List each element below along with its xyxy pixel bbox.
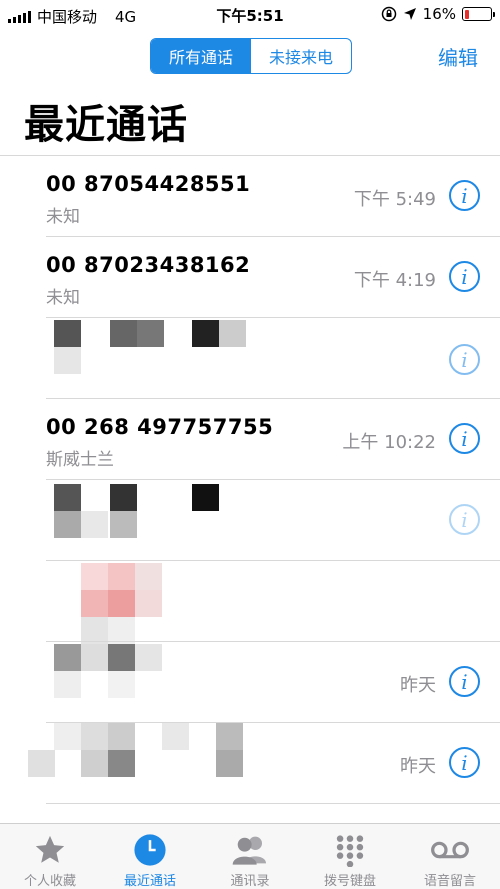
info-icon[interactable]: i [449,504,480,535]
call-time: 上午 10:22 [342,432,436,453]
tab-label: 通讯录 [230,874,270,889]
tab-label: 拨号键盘 [323,874,376,889]
info-icon[interactable]: i [449,180,480,211]
tab-contacts[interactable]: 通讯录 [200,824,300,889]
location-icon [403,8,416,20]
segment-all-calls[interactable]: 所有通话 [151,39,251,73]
clock-icon [130,832,170,868]
tab-label: 语音留言 [423,874,476,889]
call-time: 昨天 [400,675,436,696]
info-icon[interactable]: i [449,344,480,375]
call-number: 00 87023438162 [46,253,251,277]
call-number: 00 268 497757755 [46,415,274,439]
recent-calls-list: 00 87054428551 未知 下午 5:49 i 00 870234381… [0,155,500,804]
tab-recents[interactable]: 最近通话 [100,824,200,889]
contacts-icon [230,832,270,868]
tab-label: 最近通话 [123,874,176,889]
tab-bar: 个人收藏 最近通话 通讯录 拨号键盘 语音留言 [0,823,500,889]
battery-level [464,9,469,19]
info-icon[interactable]: i [449,423,480,454]
call-row[interactable]: 00 268 497757755 斯威士兰 上午 10:22 i [0,399,500,480]
battery-percent: 16% [422,5,456,23]
tab-label: 个人收藏 [23,874,76,889]
edit-button[interactable]: 编辑 [438,42,478,71]
call-row-redacted[interactable]: 昨天 i [0,723,500,804]
call-label: 未知 [46,288,80,308]
battery-icon [462,7,495,21]
rotation-lock-icon [381,6,396,22]
info-icon[interactable]: i [449,261,480,292]
keypad-icon [330,832,370,868]
call-row-redacted[interactable]: i [0,318,500,399]
info-icon[interactable]: i [449,666,480,697]
call-time: 下午 5:49 [353,189,436,210]
call-number: 00 87054428551 [46,172,251,196]
info-icon[interactable]: i [449,747,480,778]
segment-missed-calls[interactable]: 未接来电 [251,39,351,73]
call-time: 下午 4:19 [353,270,436,291]
tab-keypad[interactable]: 拨号键盘 [300,824,400,889]
call-row[interactable]: 00 87054428551 未知 下午 5:49 i [0,156,500,237]
page-title: 最近通话 [24,102,188,148]
call-row-redacted[interactable]: i [0,480,500,561]
call-label: 未知 [46,207,80,227]
call-time: 昨天 [400,756,436,777]
call-label: 斯威士兰 [46,450,114,470]
star-icon [30,832,70,868]
call-row-redacted[interactable] [0,561,500,644]
calls-filter-segmented: 所有通话 未接来电 [150,38,352,74]
status-bar: 中国移动 4G 下午5:51 16% [0,0,500,30]
tab-voicemail[interactable]: 语音留言 [400,824,500,889]
call-row-redacted[interactable]: 昨天 i [0,642,500,723]
tab-favorites[interactable]: 个人收藏 [0,824,100,889]
voicemail-icon [430,832,470,868]
status-right: 16% [381,5,495,23]
call-row[interactable]: 00 87023438162 未知 下午 4:19 i [0,237,500,318]
